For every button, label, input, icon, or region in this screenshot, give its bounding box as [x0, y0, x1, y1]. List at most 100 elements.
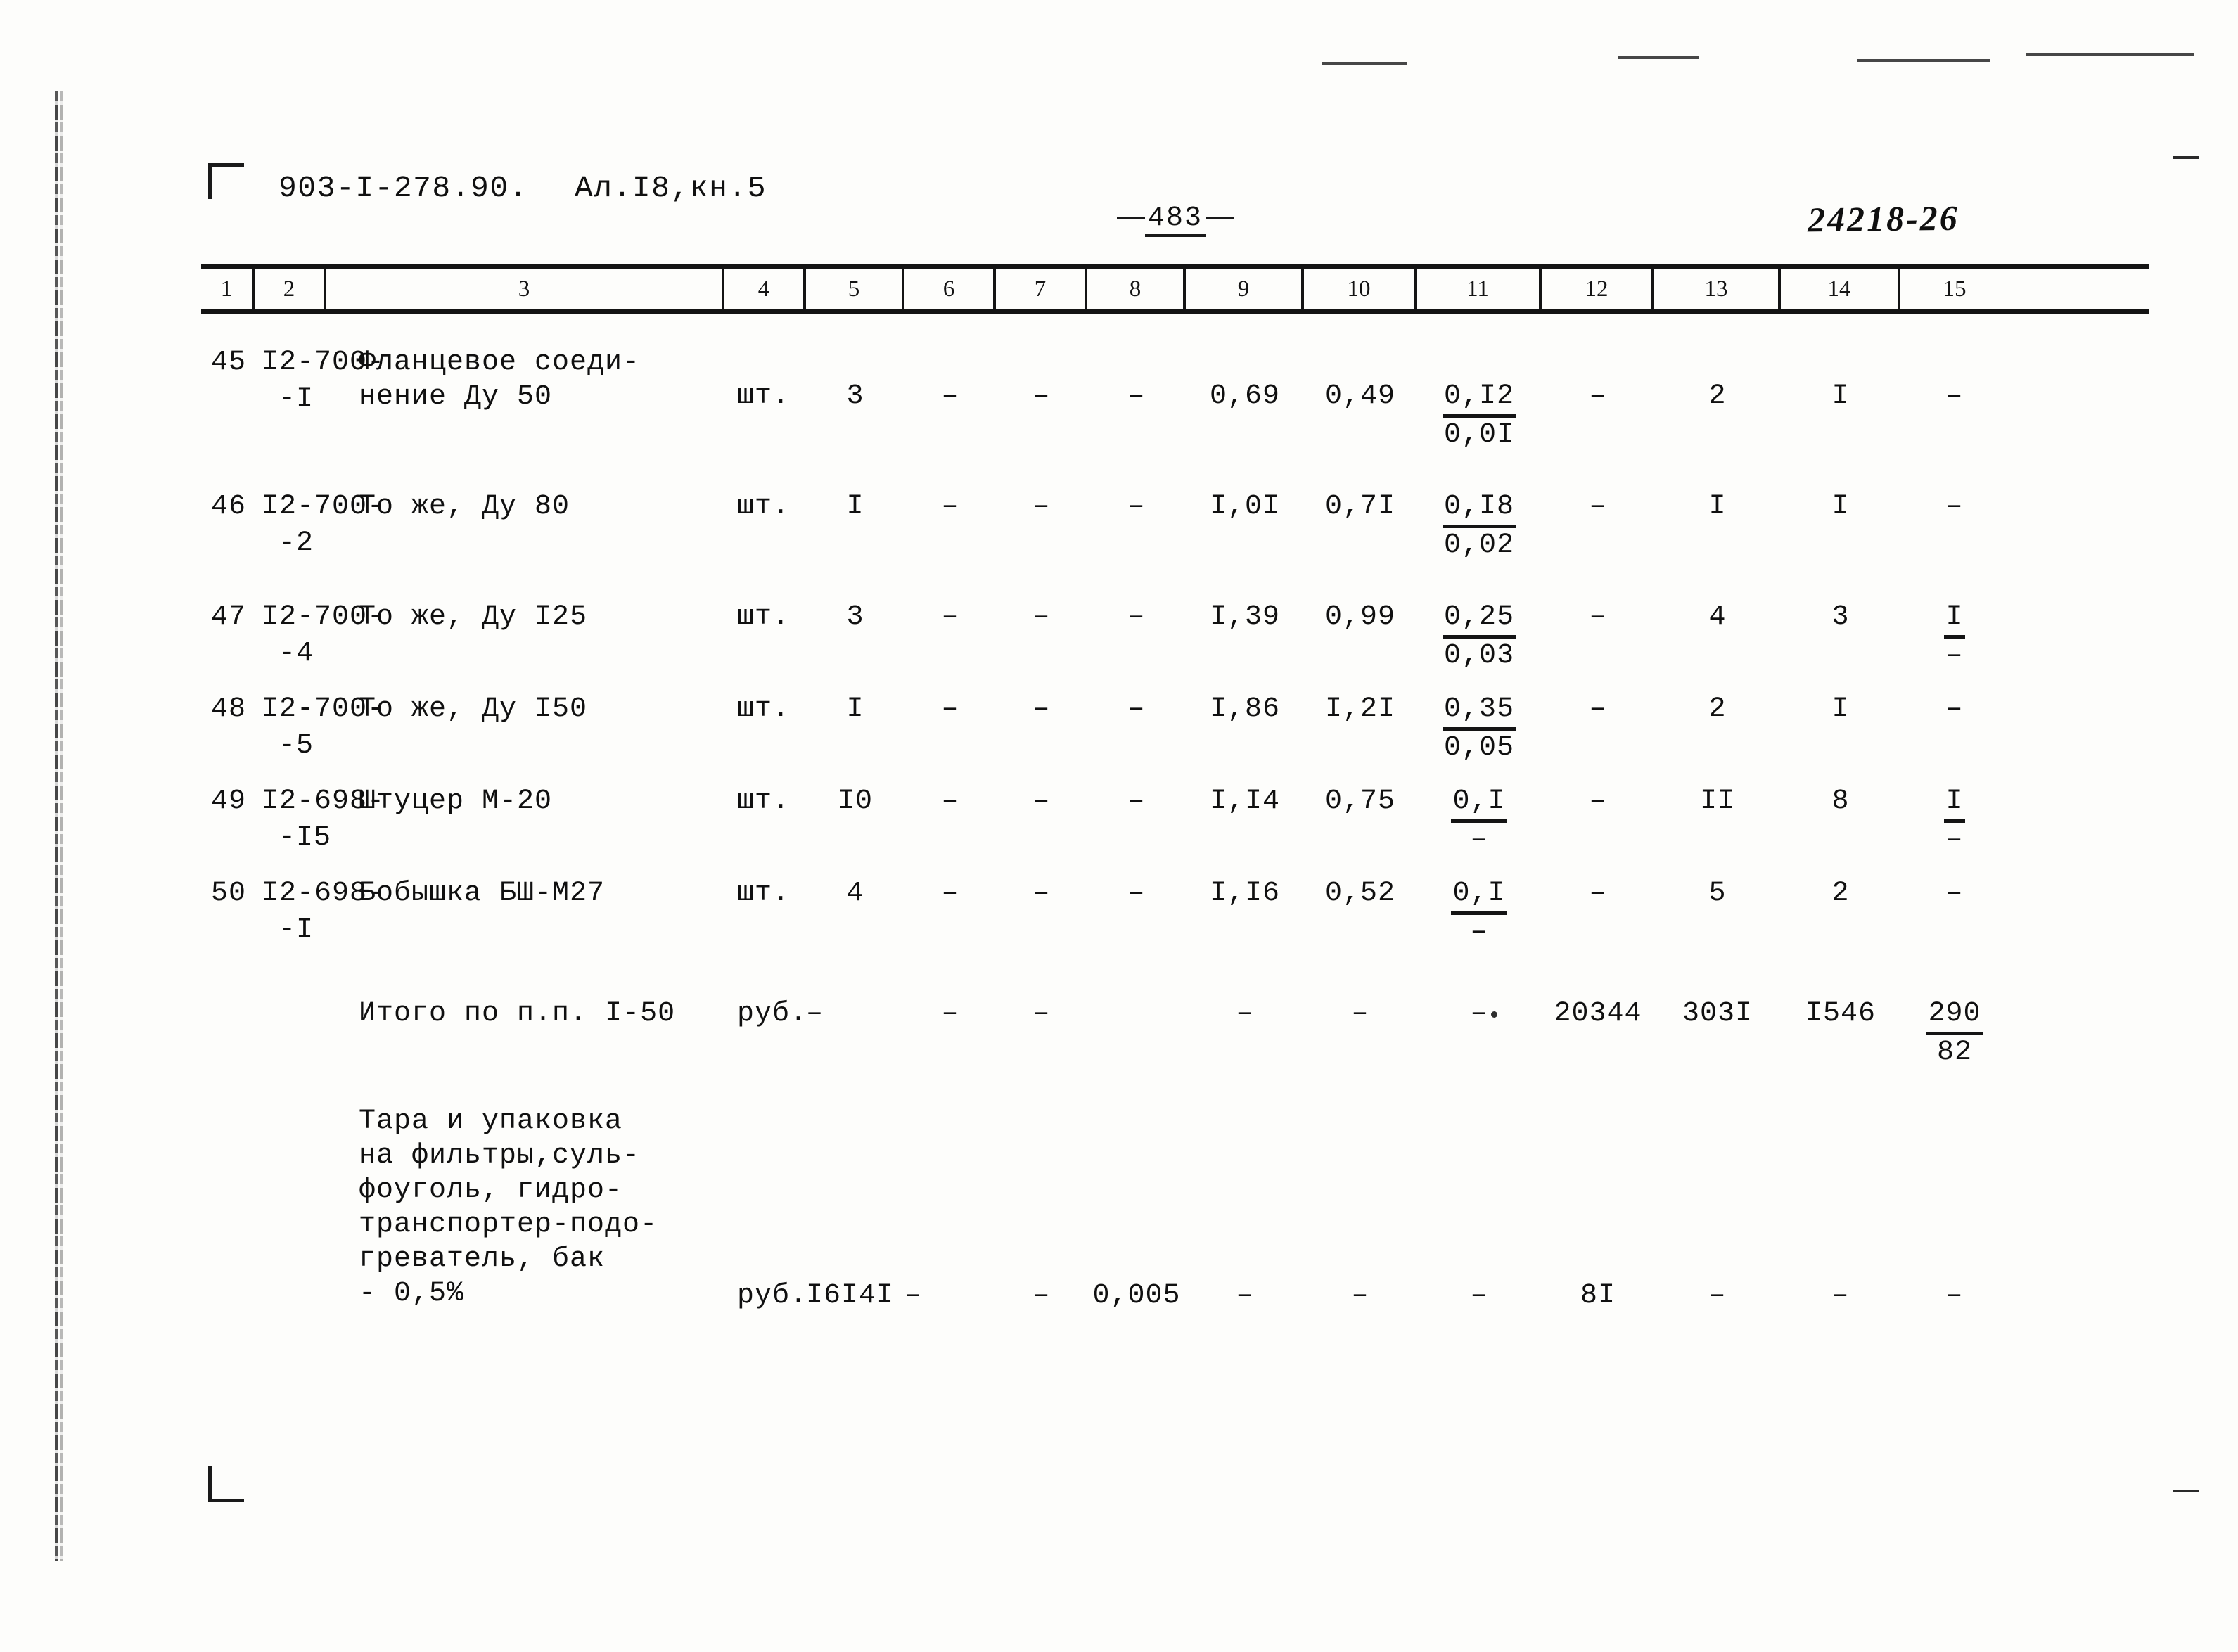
row-unit: шт. [737, 380, 791, 412]
row-code-line2: -2 [279, 527, 314, 559]
column-header-13: 13 [1654, 269, 1781, 309]
row-col13: 2 [1708, 693, 1727, 725]
total-row-col13: 303I [1682, 998, 1753, 1030]
row-col15: – [1945, 878, 1964, 909]
row-col12: – [1589, 491, 1607, 523]
packaging-row-col6: – [904, 1280, 923, 1312]
fraction-numerator: 0,25 [1442, 600, 1516, 639]
row-col14: I [1831, 380, 1850, 412]
row-col11: 0,I – [1417, 876, 1542, 950]
row-col13: 4 [1708, 601, 1727, 633]
row-col15: I – [1900, 600, 2009, 674]
row-col6: – [941, 693, 959, 725]
registration-tick-bottom-right [2173, 1490, 2199, 1492]
row-col13: 5 [1708, 878, 1727, 909]
row-col9: I,39 [1209, 601, 1280, 633]
row-col13: I [1708, 491, 1727, 523]
row-code-line2: -I [279, 914, 314, 946]
row-number: 49 [211, 786, 247, 817]
fraction: I – [1944, 600, 1965, 674]
row-col11: 0,I2 0,0I [1417, 379, 1542, 453]
archive-stamp: 24218-26 [1807, 198, 1959, 240]
packaging-row-col11: – [1470, 1280, 1488, 1312]
table-row: 46 I2-700- -2 То же, Ду 80 шт. I – – – I,… [201, 489, 2149, 563]
total-row-col11: – [1470, 998, 1488, 1030]
total-row-label: Итого по п.п. I-50 [359, 998, 676, 1030]
row-name: То же, Ду 80 [359, 491, 570, 523]
total-row-col14: I546 [1805, 998, 1876, 1030]
top-edge-artifact [2026, 53, 2194, 56]
table-row: 49 I2-698- -I5 Штуцер М-20 шт. I0 – – – I… [201, 784, 2149, 858]
row-number: 50 [211, 878, 247, 909]
row-col5: 4 [846, 878, 864, 909]
row-col15: – [1945, 380, 1964, 412]
column-header-12: 12 [1542, 269, 1654, 309]
scan-edge-artifact [55, 91, 58, 1561]
column-header-5: 5 [806, 269, 904, 309]
total-row-col10: – [1351, 998, 1369, 1030]
row-col12: – [1589, 878, 1607, 909]
row-col14: 3 [1831, 601, 1850, 633]
column-header-2: 2 [255, 269, 326, 309]
row-col5: I [846, 491, 864, 523]
column-header-6: 6 [904, 269, 996, 309]
fraction: I – [1944, 784, 1965, 858]
row-code: I2-700- -I [255, 345, 384, 417]
total-row-col5: – [806, 998, 824, 1030]
fraction-numerator: 0,I [1451, 876, 1507, 915]
fraction-denominator: 0,02 [1443, 530, 1514, 561]
packaging-row-col14: – [1831, 1280, 1850, 1312]
row-name: То же, Ду I25 [359, 601, 588, 633]
row-col15: – [1945, 693, 1964, 725]
fraction: 0,35 0,05 [1442, 692, 1516, 766]
row-unit: шт. [737, 601, 791, 633]
page-number-value: 483 [1145, 203, 1206, 237]
column-header-14: 14 [1781, 269, 1900, 309]
row-col9: I,I6 [1209, 878, 1280, 909]
total-row-col6: – [941, 998, 959, 1030]
row-col11: 0,I – [1417, 784, 1542, 858]
packaging-row-col5: I6I4I [806, 1280, 895, 1312]
packaging-row-label: Тара и упаковка на фильтры,суль- фоуголь… [359, 1106, 658, 1310]
row-code: I2-698- -I [255, 876, 384, 948]
row-col10: 0,99 [1324, 601, 1395, 633]
column-header-15: 15 [1943, 276, 1967, 302]
row-col8: – [1127, 878, 1146, 909]
table-row: 48 I2-700- -5 То же, Ду I50 шт. I – – – I… [201, 692, 2149, 766]
row-code-line2: -I5 [279, 822, 332, 854]
row-col11: 0,35 0,05 [1417, 692, 1542, 766]
row-col8: – [1127, 491, 1146, 523]
row-number: 46 [211, 491, 247, 523]
row-code: I2-700- -2 [255, 489, 384, 561]
row-col12: – [1589, 601, 1607, 633]
packaging-row-col15: – [1945, 1280, 1964, 1312]
fraction: 290 82 [1926, 997, 1983, 1070]
row-col6: – [941, 878, 959, 909]
fraction-numerator: 0,35 [1442, 692, 1516, 731]
row-col7: – [1032, 380, 1051, 412]
row-unit: шт. [737, 878, 791, 909]
row-col14: 2 [1831, 878, 1850, 909]
packaging-row-unit: руб. [737, 1280, 808, 1312]
table-row: 50 I2-698- -I Бобышка БШ-М27 шт. 4 – – – … [201, 876, 2149, 950]
table-row: 45 I2-700- -I Фланцевое соеди- нение Ду 5… [201, 345, 2149, 453]
row-col10: 0,7I [1324, 491, 1395, 523]
row-col7: – [1032, 601, 1051, 633]
row-col5: 3 [846, 380, 864, 412]
row-col15: – [1945, 491, 1964, 523]
row-number: 48 [211, 693, 247, 725]
row-col7: – [1032, 693, 1051, 725]
row-code: I2-698- -I5 [255, 784, 384, 856]
row-col11: 0,25 0,03 [1417, 600, 1542, 674]
row-col10: 0,75 [1324, 786, 1395, 817]
scan-edge-artifact-secondary [60, 91, 63, 1561]
column-header-11: 11 [1417, 269, 1542, 309]
page-number: 483 [1117, 203, 1234, 237]
row-col12: – [1589, 693, 1607, 725]
row-col6: – [941, 380, 959, 412]
document-code: 903-I-278.90. [279, 171, 528, 205]
column-header-8: 8 [1087, 269, 1186, 309]
row-col8: – [1127, 601, 1146, 633]
column-header-3: 3 [326, 269, 724, 309]
fraction-numerator: I [1944, 600, 1965, 639]
